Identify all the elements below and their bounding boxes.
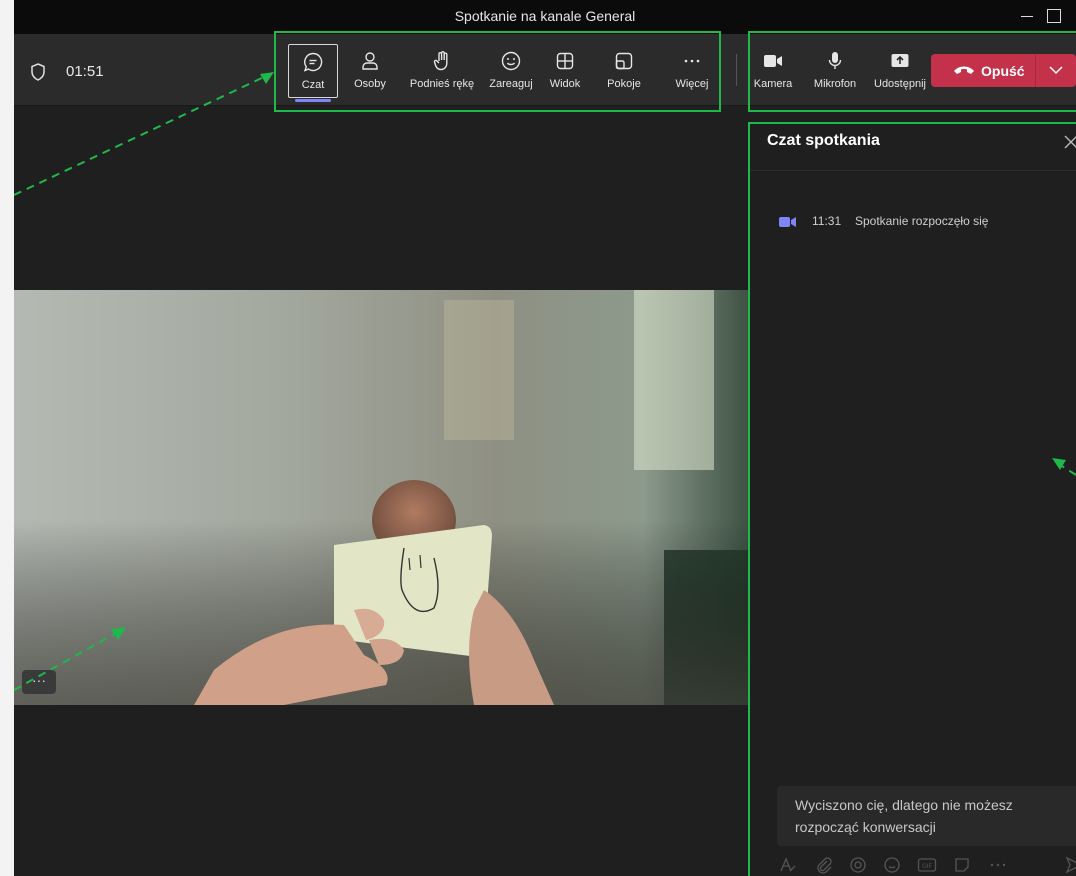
microphone-button[interactable]: Mikrofon (806, 44, 864, 98)
react-button-label: Zareaguj (489, 78, 533, 90)
more-button[interactable]: Więcej (670, 44, 714, 98)
raise-hand-label: Podnieś rękę (409, 78, 475, 90)
close-icon[interactable] (1063, 134, 1076, 150)
more-button-label: Więcej (675, 78, 709, 90)
chat-panel-title: Czat spotkania (767, 132, 880, 149)
more-icon[interactable] (989, 856, 1007, 874)
svg-text:GIF: GIF (922, 863, 932, 870)
event-text: Spotkanie rozpoczęło się (855, 214, 989, 228)
camera-button-label: Kamera (753, 78, 793, 90)
share-button-label: Udostępnij (874, 78, 926, 90)
microphone-icon (828, 52, 842, 69)
rooms-button-label: Pokoje (607, 78, 641, 90)
view-grid-icon (556, 52, 574, 70)
shield-icon (31, 63, 45, 81)
camera-button[interactable]: Kamera (750, 44, 796, 98)
meeting-chat-panel: Czat spotkania 11:31 Spotkanie rozpoczęł… (748, 122, 1076, 876)
participant-video[interactable] (14, 290, 754, 705)
video-camera-icon (779, 217, 796, 227)
smiley-icon (501, 51, 521, 71)
title-bar: Spotkanie na kanale General (14, 0, 1076, 34)
sticker-icon[interactable] (953, 856, 971, 874)
more-icon (684, 59, 700, 63)
toolbar-separator (736, 54, 737, 86)
view-button[interactable]: Widok (542, 44, 588, 98)
people-button[interactable]: Osoby (344, 44, 396, 98)
react-button[interactable]: Zareaguj (486, 44, 536, 98)
camera-icon (764, 55, 782, 67)
chat-icon (303, 52, 323, 72)
share-button[interactable]: Udostępnij (870, 44, 930, 98)
send-icon[interactable] (1065, 856, 1076, 874)
raise-hand-button[interactable]: Podnieś rękę (402, 44, 482, 98)
attach-icon[interactable] (815, 856, 833, 874)
microphone-button-label: Mikrofon (813, 78, 857, 90)
rooms-button[interactable]: Pokoje (600, 44, 648, 98)
raise-hand-icon (433, 51, 448, 71)
event-time: 11:31 (812, 214, 842, 228)
loop-icon[interactable] (849, 856, 867, 874)
teams-meeting-window: Spotkanie na kanale General 01:51 Czat O… (14, 0, 1076, 876)
window-title: Spotkanie na kanale General (454, 8, 636, 24)
emoji-icon[interactable] (883, 856, 901, 874)
view-button-label: Widok (549, 78, 581, 90)
chat-header-divider (749, 170, 1076, 171)
video-options-button[interactable]: ··· (22, 670, 56, 694)
minimize-button[interactable] (1018, 6, 1038, 26)
rooms-icon (615, 52, 633, 70)
chevron-down-icon[interactable] (1049, 64, 1063, 76)
leave-button-label: Opuść (981, 63, 1025, 79)
meeting-toolbar: 01:51 Czat Osoby Podnieś rękę Zareaguj W… (14, 34, 1076, 106)
leave-button[interactable]: Opuść (931, 54, 1076, 87)
chat-button-label: Czat (301, 79, 325, 91)
meeting-timer: 01:51 (66, 63, 104, 80)
leave-divider (1035, 54, 1036, 87)
people-button-label: Osoby (354, 78, 386, 90)
people-icon (362, 52, 378, 70)
active-tab-indicator (295, 99, 331, 102)
chat-button[interactable]: Czat (288, 44, 338, 102)
share-icon (891, 54, 909, 67)
gif-icon[interactable]: GIF (917, 856, 937, 874)
muted-notice: Wyciszono cię, dlatego nie możesz rozpoc… (777, 786, 1076, 846)
format-icon[interactable] (779, 856, 797, 874)
maximize-button[interactable] (1044, 6, 1064, 26)
hang-up-icon (954, 66, 974, 74)
